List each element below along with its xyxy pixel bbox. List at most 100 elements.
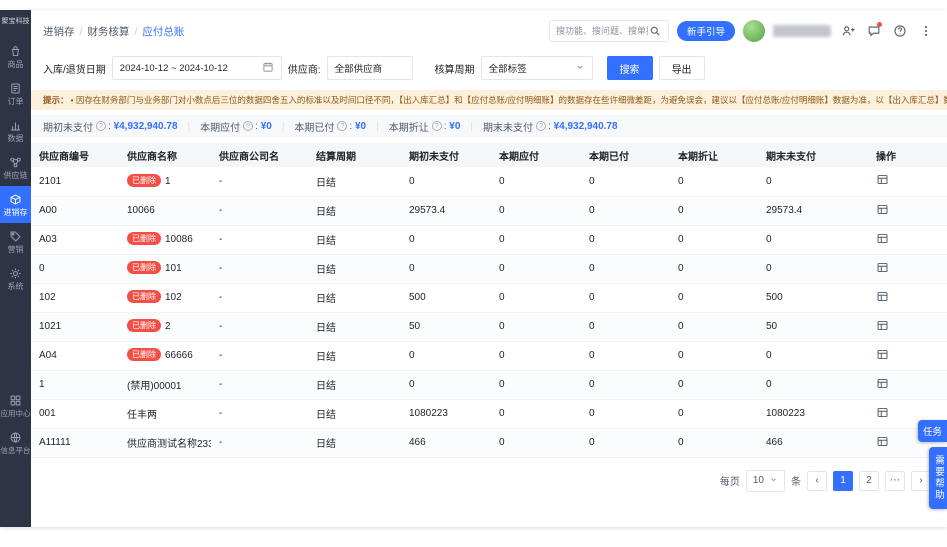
cell-opening: 466 (401, 428, 491, 458)
breadcrumb-item[interactable]: 财务核算 (75, 24, 129, 39)
page-button[interactable]: 2 (859, 470, 879, 491)
page-button-active[interactable]: 1 (833, 470, 853, 491)
question-circle-icon[interactable] (243, 121, 254, 131)
view-detail-icon[interactable] (876, 348, 889, 361)
chevron-down-icon (575, 62, 585, 75)
search-button[interactable]: 搜索 (606, 56, 653, 80)
pagination: 每页 10 条 ‹ 1 2 ⋯ › (31, 458, 947, 492)
sidebar-item-data[interactable]: 数据 (0, 112, 31, 149)
deleted-badge: 已删除 (127, 232, 161, 245)
cell-company: - (211, 399, 308, 429)
column-header: 操作 (868, 143, 947, 167)
table-row: 1 (禁用)00001- 日结 0 0 0 0 0 (31, 370, 947, 400)
filter-bar: 入库/退货日期 2024-10-12 ~ 2024-10-12 供应商: 核算周… (31, 52, 947, 90)
cell-company: - (211, 167, 308, 197)
app-center-icon (9, 394, 22, 407)
cell-paid: 0 (581, 283, 670, 313)
date-range-picker[interactable]: 2024-10-12 ~ 2024-10-12 (111, 56, 282, 80)
view-detail-icon[interactable] (876, 319, 889, 332)
next-page-button[interactable]: › (911, 470, 931, 491)
help-icon[interactable] (891, 22, 909, 40)
sidebar-item-inventory[interactable]: 进销存 (0, 186, 31, 223)
global-search-box[interactable] (548, 20, 669, 42)
cell-payable: 0 (491, 428, 581, 458)
page-button[interactable]: ⋯ (885, 470, 905, 491)
table-row: A11111 供应商测试名称2333- 日结 466 0 0 0 466 (31, 428, 947, 458)
view-detail-icon[interactable] (876, 377, 889, 390)
cell-code: 001 (31, 399, 119, 429)
avatar[interactable] (743, 20, 765, 42)
sidebar-item-orders[interactable]: 订单 (0, 75, 31, 112)
inventory-icon (9, 193, 22, 206)
cell-paid: 0 (581, 254, 670, 284)
table-row: 1021 已删除 2- 日结 50 0 0 0 50 (31, 312, 947, 342)
cell-payable: 0 (491, 399, 581, 429)
cell-period: 日结 (308, 312, 401, 342)
cell-company: - (211, 312, 308, 342)
sidebar-item-system[interactable]: 系统 (0, 260, 31, 297)
view-detail-icon[interactable] (876, 435, 889, 448)
user-add-icon[interactable] (839, 22, 857, 40)
summary-label: 本期折让 (388, 122, 429, 134)
cell-name: 已删除 66666 (119, 341, 211, 371)
deleted-badge: 已删除 (127, 348, 161, 361)
notice-text: • 因存在财务部门与业务部门对小数点后三位的数据四舍五入的标准以及时间口径不同，… (70, 95, 947, 105)
summary-item: 本期折让 ¥0 (366, 119, 461, 134)
help-float-button[interactable]: 需要帮助 (929, 447, 947, 509)
cell-company: - (211, 283, 308, 313)
message-icon[interactable] (865, 22, 883, 40)
sidebar-item-info-platform[interactable]: 信息平台 (0, 424, 31, 461)
per-page-select[interactable]: 10 (745, 469, 785, 492)
cell-closing: 0 (758, 225, 868, 255)
supplier-input[interactable] (326, 56, 413, 80)
view-detail-icon[interactable] (876, 290, 889, 303)
cell-name: 已删除 10086 (119, 225, 211, 255)
main-content: 进销存 财务核算 应付总账 新手引导 (31, 10, 947, 527)
calendar-icon (262, 61, 274, 76)
view-detail-icon[interactable] (876, 173, 889, 186)
app-window: 聚宝科技 商品 订单 数据 供应链 进销存 营销 系统 应用中心 信息平台 进销… (0, 10, 947, 527)
view-detail-icon[interactable] (876, 203, 889, 216)
column-header: 供应商公司名 (211, 143, 308, 167)
period-select[interactable]: 全部标签 (480, 56, 593, 80)
view-detail-icon[interactable] (876, 261, 889, 274)
cell-discount: 0 (670, 196, 758, 226)
cell-code: 1 (31, 370, 119, 400)
sidebar-item-supply-chain[interactable]: 供应链 (0, 149, 31, 186)
deleted-badge: 已删除 (127, 319, 161, 332)
cell-paid: 0 (581, 225, 670, 255)
cell-payable: 0 (491, 312, 581, 342)
export-button[interactable]: 导出 (658, 56, 705, 80)
global-search-input[interactable] (555, 26, 648, 36)
more-icon[interactable] (917, 22, 935, 40)
question-circle-icon[interactable] (96, 121, 106, 131)
sidebar-item-goods[interactable]: 商品 (0, 38, 31, 75)
cell-period: 日结 (308, 428, 401, 458)
summary-value: ¥0 (255, 121, 272, 132)
question-circle-icon[interactable] (536, 121, 547, 131)
bar-chart-icon (9, 119, 22, 132)
breadcrumb-item-current: 应付总账 (129, 24, 184, 39)
sidebar-item-label: 订单 (7, 97, 24, 106)
question-circle-icon[interactable] (431, 121, 442, 131)
view-detail-icon[interactable] (876, 406, 889, 419)
sidebar-item-app-center[interactable]: 应用中心 (0, 387, 31, 424)
breadcrumb-item[interactable]: 进销存 (43, 24, 75, 39)
sidebar-item-label: 应用中心 (0, 409, 31, 418)
cell-name: 10066 (119, 196, 211, 226)
cell-name: 已删除 102 (119, 283, 211, 313)
sidebar-item-marketing[interactable]: 营销 (0, 223, 31, 260)
prev-page-button[interactable]: ‹ (807, 470, 827, 491)
summary-label: 期初未支付 (43, 122, 93, 134)
newbie-guide-button[interactable]: 新手引导 (676, 21, 735, 41)
supplier-ledger-table: 供应商编号 供应商名称 供应商公司名 结算周期 期初未支付 本期应付 本期已付 本期折让 期末未… (31, 143, 947, 458)
cell-actions (868, 196, 947, 226)
question-circle-icon[interactable] (337, 121, 348, 131)
cell-code: 102 (31, 283, 119, 313)
task-float-button[interactable]: 任务 (917, 420, 947, 442)
sidebar: 聚宝科技 商品 订单 数据 供应链 进销存 营销 系统 应用中心 信息平台 (0, 10, 31, 527)
cell-opening: 0 (401, 225, 491, 255)
view-detail-icon[interactable] (876, 232, 889, 245)
notice-prefix: 提示： (43, 95, 69, 105)
search-icon[interactable] (648, 24, 662, 38)
